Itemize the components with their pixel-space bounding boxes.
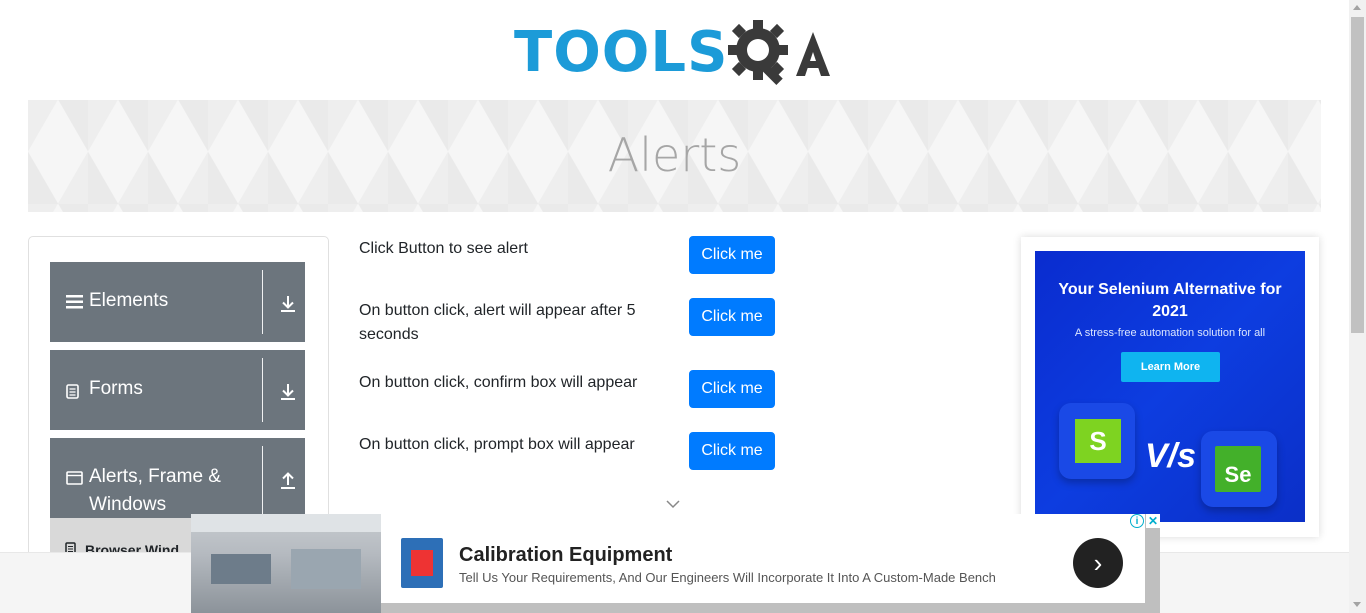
page-title: Alerts	[607, 128, 742, 182]
sidebar-group-elements[interactable]: Elements	[50, 262, 305, 342]
chevron-right-icon[interactable]: ›	[1073, 538, 1123, 588]
divider	[262, 446, 263, 520]
prompt-button[interactable]: Click me	[689, 432, 775, 470]
versus-text: V/s	[1145, 437, 1197, 475]
katalon-logo: S	[1075, 419, 1121, 463]
confirm-button[interactable]: Click me	[689, 370, 775, 408]
confirm-row-label: On button click, confirm box will appear	[359, 374, 638, 391]
logo-text-tools: TOOLS	[514, 20, 729, 85]
sidebar-group-label: Forms	[89, 378, 143, 399]
header: TOOLS QA	[0, 0, 1349, 100]
timer-alert-row-label: On button click, alert will appear after…	[359, 302, 636, 343]
hamburger-icon	[66, 295, 83, 309]
bottom-ad[interactable]: Calibration Equipment Tell Us Your Requi…	[191, 514, 1160, 613]
selenium-logo: Se	[1215, 446, 1261, 492]
ad-photo	[191, 514, 381, 613]
ad-description: Tell Us Your Requirements, And Our Engin…	[459, 570, 996, 585]
sidebar-group-label: Alerts, Frame & Windows	[89, 466, 221, 515]
download-icon[interactable]	[278, 382, 298, 402]
download-icon[interactable]	[278, 294, 298, 314]
ad-subtitle: A stress-free automation solution for al…	[1074, 327, 1266, 339]
document-icon	[66, 384, 79, 399]
right-ad[interactable]: Your Selenium Alternative for 2021 A str…	[1021, 237, 1319, 537]
ad-banner[interactable]: Your Selenium Alternative for 2021 A str…	[1035, 251, 1305, 522]
close-icon[interactable]: ✕	[1146, 514, 1160, 528]
gear-icon	[728, 20, 789, 86]
timer-alert-button[interactable]: Click me	[689, 298, 775, 336]
alert-row-label: Click Button to see alert	[359, 240, 528, 257]
divider	[262, 270, 263, 334]
upload-icon[interactable]	[278, 471, 298, 491]
prompt-row-label: On button click, prompt box will appear	[359, 436, 635, 453]
toolsqa-logo[interactable]: TOOLS QA	[514, 14, 840, 92]
scroll-up-arrow[interactable]	[1353, 5, 1361, 10]
scroll-down-arrow[interactable]	[1353, 602, 1361, 607]
info-icon[interactable]: i	[1130, 514, 1144, 528]
ad-title: Your Selenium Alternative for 2021	[1058, 281, 1282, 320]
logo-letter-a	[796, 32, 831, 76]
page: TOOLS QA	[0, 0, 1366, 613]
chevron-down-icon[interactable]	[665, 498, 681, 510]
scroll-thumb[interactable]	[1351, 17, 1364, 333]
page-banner: Alerts	[28, 100, 1321, 212]
scrollbar[interactable]	[1349, 0, 1366, 613]
sidebar-group-label: Elements	[89, 290, 169, 311]
ad-headline: Calibration Equipment	[459, 544, 673, 566]
ad-card[interactable]: Calibration Equipment Tell Us Your Requi…	[381, 514, 1145, 603]
alert-button[interactable]: Click me	[689, 236, 775, 274]
sidebar-group-forms[interactable]: Forms	[50, 350, 305, 430]
window-icon	[66, 471, 83, 485]
brand-icon	[401, 538, 443, 588]
learn-more-button[interactable]: Learn More	[1121, 352, 1220, 382]
divider	[262, 358, 263, 422]
